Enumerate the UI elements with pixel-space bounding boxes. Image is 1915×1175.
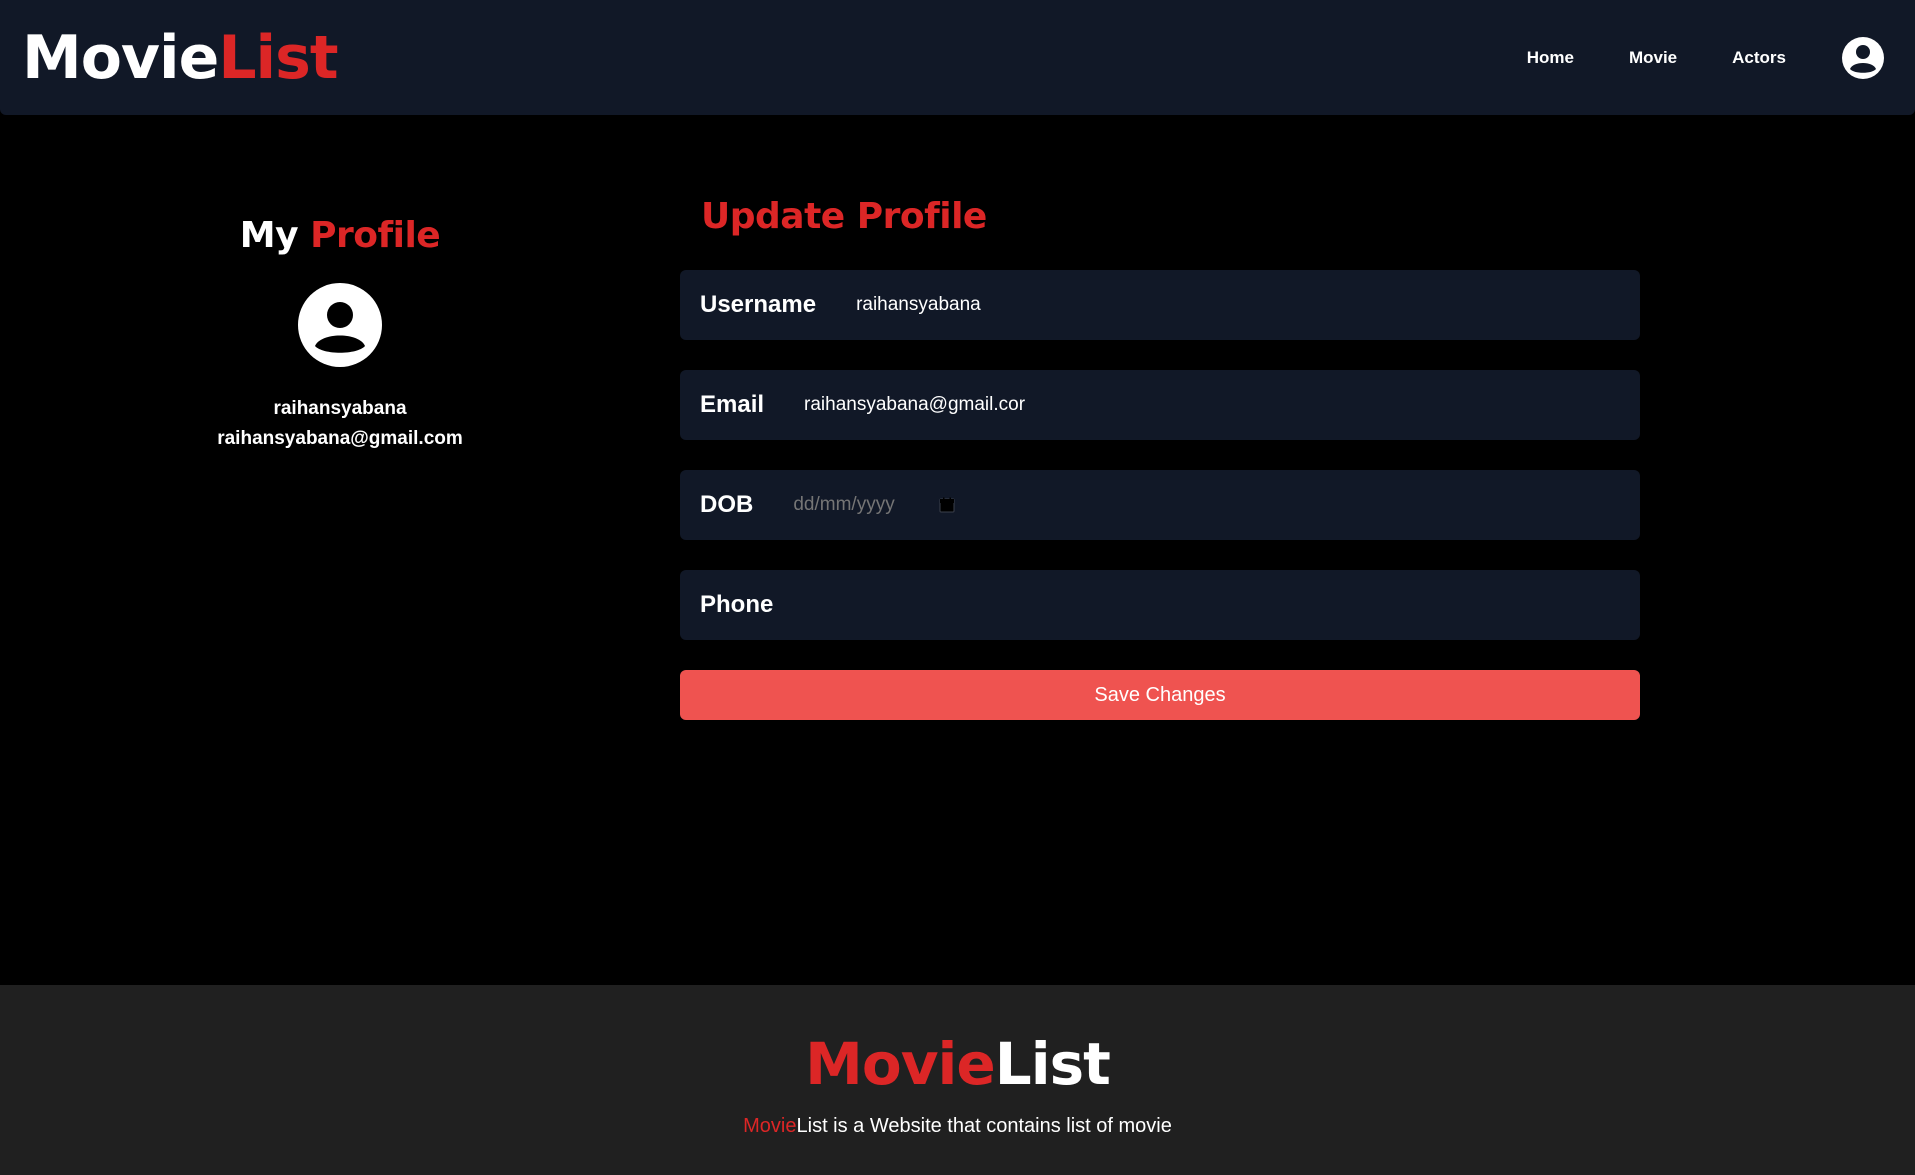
footer-tagline-highlight: Movie: [743, 1115, 797, 1137]
footer-tagline-rest: List is a Website that contains list of …: [796, 1115, 1172, 1137]
email-field: Email: [680, 370, 1640, 440]
phone-input[interactable]: [813, 594, 1214, 616]
update-profile-title: Update Profile: [701, 196, 987, 237]
email-input[interactable]: [804, 394, 1035, 416]
footer-logo[interactable]: MovieList: [0, 1035, 1915, 1093]
profile-card: My Profile raihansyabana raihansyabana@g…: [180, 215, 500, 450]
dob-label: DOB: [700, 491, 754, 518]
nav-link-actors[interactable]: Actors: [1732, 48, 1786, 68]
calendar-icon[interactable]: [938, 496, 956, 514]
logo-part-movie: Movie: [22, 22, 219, 93]
profile-username: raihansyabana: [273, 398, 407, 419]
profile-title: My Profile: [180, 215, 500, 256]
site-logo[interactable]: MovieList: [22, 28, 339, 88]
footer-logo-movie: Movie: [805, 1030, 996, 1098]
nav-menu: Home Movie Actors: [1527, 36, 1893, 80]
profile-title-my: My: [239, 215, 299, 256]
phone-label: Phone: [700, 591, 774, 618]
update-profile-form: Username Email DOB Phone Save Changes: [680, 270, 1640, 720]
dob-input[interactable]: [793, 494, 914, 516]
user-circle-icon[interactable]: [1841, 36, 1885, 80]
logo-part-list: List: [218, 22, 338, 93]
profile-title-profile: Profile: [310, 215, 441, 256]
username-label: Username: [700, 291, 817, 318]
navbar: MovieList Home Movie Actors: [0, 0, 1915, 115]
profile-email: raihansyabana@gmail.com: [217, 428, 463, 449]
nav-link-movie[interactable]: Movie: [1629, 48, 1677, 68]
user-circle-icon: [298, 283, 382, 367]
footer-tagline: MovieList is a Website that contains lis…: [0, 1115, 1915, 1138]
footer-logo-list: List: [994, 1030, 1111, 1098]
dob-field: DOB: [680, 470, 1640, 540]
phone-field: Phone: [680, 570, 1640, 640]
email-label: Email: [700, 391, 765, 418]
username-field: Username: [680, 270, 1640, 340]
save-changes-button[interactable]: Save Changes: [680, 670, 1640, 720]
username-input[interactable]: [856, 294, 1087, 316]
nav-link-home[interactable]: Home: [1527, 48, 1574, 68]
footer: MovieList MovieList is a Website that co…: [0, 985, 1915, 1175]
